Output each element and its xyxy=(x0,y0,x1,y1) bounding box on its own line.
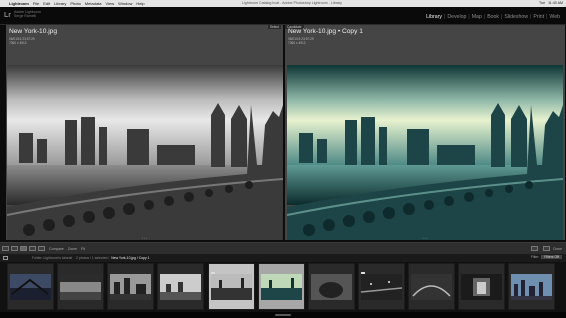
module-print[interactable]: Print xyxy=(531,14,546,20)
compare-view-button[interactable] xyxy=(20,246,27,251)
thumb-image xyxy=(361,274,402,300)
identity-plate: Lr Adobe Lightroom Serge Ramelli Library… xyxy=(0,7,566,25)
compare-label: Compare xyxy=(49,246,64,251)
loupe-view-button[interactable] xyxy=(11,246,18,251)
select-tag: Select xyxy=(268,25,281,29)
identity-line-2: Serge Ramelli xyxy=(14,14,36,18)
menu-view[interactable]: View xyxy=(106,1,115,6)
module-slideshow[interactable]: Slideshow xyxy=(502,14,530,20)
pane-left-dims: 7360 x 4912 xyxy=(9,41,27,45)
pane-right-dims: 7360 x 4912 xyxy=(288,41,306,45)
filmstrip-count: 2 photos / 1 selected / xyxy=(76,256,110,260)
filmstrip-filename: New York-10.jpg / Copy 1 xyxy=(111,256,150,260)
os-menubar: Lightroom File Edit Library Photo Metada… xyxy=(0,0,566,7)
filmstrip-thumb[interactable] xyxy=(107,263,154,310)
thumb-image xyxy=(461,274,502,300)
filmstrip xyxy=(0,262,566,312)
filmstrip-source[interactable]: Folder: Lightroom's tutorial xyxy=(32,256,72,260)
module-web[interactable]: Web xyxy=(547,14,562,20)
pane-left-handle[interactable]: • • • xyxy=(6,236,283,240)
thumb-image xyxy=(411,274,452,300)
module-book[interactable]: Book xyxy=(485,14,501,20)
filmstrip-header: Folder: Lightroom's tutorial 2 photos / … xyxy=(0,254,566,262)
module-map[interactable]: Map xyxy=(470,14,484,20)
filmstrip-thumb[interactable] xyxy=(508,263,555,310)
people-view-button[interactable] xyxy=(38,246,45,251)
grid-view-button[interactable] xyxy=(2,246,9,251)
pane-left-title: New York-10.jpg xyxy=(9,28,58,35)
thumb-image xyxy=(110,274,151,300)
filmstrip-thumb[interactable] xyxy=(7,263,54,310)
thumb-image xyxy=(211,274,252,300)
status-area: Tue 11:40 AM xyxy=(539,1,563,5)
module-library[interactable]: Library xyxy=(424,14,444,20)
clock-time: Tue xyxy=(539,1,546,5)
module-develop[interactable]: Develop xyxy=(445,14,468,20)
filmstrip-thumb-selected[interactable] xyxy=(208,263,255,310)
lightroom-logo-icon: Lr xyxy=(4,12,11,19)
module-picker: Library | Develop | Map | Book | Slideshow | … xyxy=(424,14,562,20)
menu-metadata[interactable]: Metadata xyxy=(85,1,102,6)
filmstrip-thumb-selected[interactable] xyxy=(258,263,305,310)
filmstrip-thumb[interactable] xyxy=(458,263,505,310)
clock-day: 11:40 AM xyxy=(548,1,563,5)
menu-library[interactable]: Library xyxy=(54,1,66,6)
filmstrip-scrollbar[interactable] xyxy=(0,312,566,318)
photo-teal[interactable] xyxy=(287,65,563,240)
zoom-value[interactable]: Fit xyxy=(81,247,85,251)
filmstrip-thumb[interactable] xyxy=(408,263,455,310)
thumb-image xyxy=(511,274,552,300)
menu-file[interactable]: File xyxy=(33,1,39,6)
filmstrip-thumb[interactable] xyxy=(358,263,405,310)
thumb-image xyxy=(160,274,201,300)
menu-edit[interactable]: Edit xyxy=(43,1,50,6)
compare-pane-select[interactable]: Select New York-10.jpg 06/01/15 23:57:29… xyxy=(6,25,283,240)
menu-lightroom[interactable]: Lightroom xyxy=(9,1,29,6)
scrollbar-thumb[interactable] xyxy=(275,314,291,316)
done-button[interactable]: Done xyxy=(553,247,562,251)
filter-control: Filter: Filters Off xyxy=(531,255,562,259)
filter-select[interactable]: Filters Off xyxy=(541,255,562,259)
filmstrip-thumb[interactable] xyxy=(57,263,104,310)
pane-right-title: New York-10.jpg • Copy 1 xyxy=(288,28,363,35)
compare-pane-candidate[interactable]: Candidate New York-10.jpg • Copy 1 06/01… xyxy=(285,25,565,240)
thumb-image xyxy=(60,274,101,300)
filter-label: Filter: xyxy=(530,255,540,259)
make-select-button[interactable] xyxy=(543,246,551,251)
swap-button[interactable] xyxy=(531,246,539,251)
window-title: Lightroom Catalog.lrcat - Adobe Photosho… xyxy=(242,1,342,5)
zoom-label: Zoom xyxy=(67,246,77,251)
toolbar: Compare Zoom Fit Done xyxy=(0,242,566,254)
thumb-image xyxy=(311,274,352,300)
survey-view-button[interactable] xyxy=(29,246,36,251)
photo-bw[interactable] xyxy=(7,65,283,240)
menu-window[interactable]: Window xyxy=(118,1,132,6)
filmstrip-thumb[interactable] xyxy=(308,263,355,310)
thumb-image xyxy=(261,274,302,300)
menu-help[interactable]: Help xyxy=(136,1,144,6)
menu-photo[interactable]: Photo xyxy=(70,1,80,6)
filmstrip-thumb[interactable] xyxy=(157,263,204,310)
thumb-image xyxy=(10,274,51,300)
pane-right-handle[interactable]: • • • xyxy=(285,236,565,240)
grid-icon[interactable] xyxy=(3,256,8,260)
